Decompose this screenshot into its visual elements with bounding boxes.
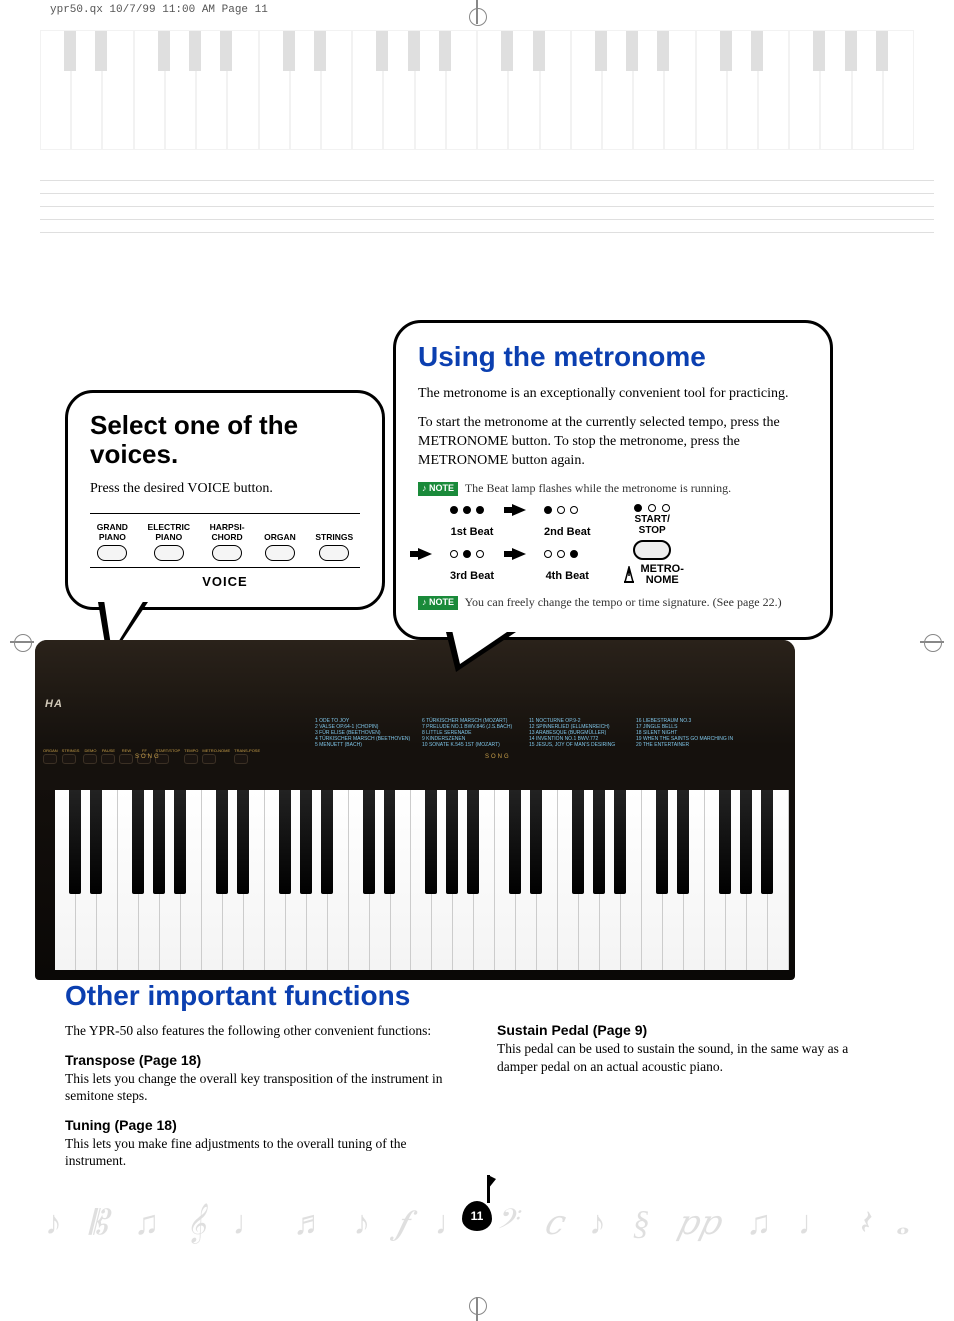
voice-button: HARPSI-CHORD bbox=[210, 522, 245, 561]
tuning-para: This lets you make fine adjustments to t… bbox=[65, 1135, 457, 1170]
voice-callout-bubble: Select one of the voices. Press the desi… bbox=[65, 390, 385, 610]
beat-3-lamps bbox=[450, 550, 494, 558]
voice-bubble-instruction: Press the desired VOICE button. bbox=[90, 480, 360, 499]
transpose-heading: Transpose (Page 18) bbox=[65, 1052, 457, 1068]
start-stop-panel: START/ STOP METRO-NOME bbox=[621, 504, 684, 585]
registration-mark-icon bbox=[10, 630, 34, 654]
tuning-heading: Tuning (Page 18) bbox=[65, 1117, 457, 1133]
metronome-note-2: ♪ NOTE You can freely change the tempo o… bbox=[418, 595, 808, 611]
note-tag-icon: ♪ NOTE bbox=[418, 482, 458, 496]
page-number: 11 bbox=[471, 1209, 484, 1223]
beat-4-lamps bbox=[544, 550, 590, 558]
metronome-note-1: ♪ NOTE The Beat lamp flashes while the m… bbox=[418, 481, 808, 497]
page-number-ornament: 11 bbox=[462, 1201, 492, 1231]
keyboard-song-section-label: SONG bbox=[485, 754, 511, 760]
voice-button: STRINGS bbox=[315, 522, 353, 561]
arrow-right-icon bbox=[512, 548, 526, 560]
beat-3-label: 3rd Beat bbox=[450, 570, 494, 582]
metronome-para-1: The metronome is an exceptionally conven… bbox=[418, 385, 808, 404]
start-stop-label: START/ STOP bbox=[621, 514, 684, 536]
note-2-text: You can freely change the tempo or time … bbox=[465, 595, 782, 609]
metronome-icon bbox=[621, 566, 637, 584]
keyboard-song-section-label: SONG bbox=[135, 754, 161, 760]
other-intro: The YPR-50 also features the following o… bbox=[65, 1022, 457, 1040]
beat-diagram: 1st Beat 2nd Beat 3rd Beat 4th Beat STAR… bbox=[418, 504, 808, 585]
keyboard-brand-text: HA bbox=[45, 698, 63, 710]
transpose-para: This lets you change the overall key tra… bbox=[65, 1070, 457, 1105]
voice-button: GRANDPIANO bbox=[97, 522, 128, 561]
metronome-label: METRO-NOME bbox=[641, 564, 684, 585]
beat-2-label: 2nd Beat bbox=[544, 526, 590, 538]
sustain-heading: Sustain Pedal (Page 9) bbox=[497, 1022, 889, 1038]
metronome-button-graphic bbox=[633, 540, 671, 560]
note-1-text: The Beat lamp flashes while the metronom… bbox=[465, 481, 731, 495]
voice-button-row: GRANDPIANO ELECTRICPIANO HARPSI-CHORD ORGAN… bbox=[90, 513, 360, 568]
beat-1-lamps bbox=[450, 506, 494, 514]
print-header: ypr50.qx 10/7/99 11:00 AM Page 11 bbox=[50, 4, 268, 16]
arrow-right-icon bbox=[418, 548, 432, 560]
beat-2-lamps bbox=[544, 506, 590, 514]
other-functions-section: Other important functions The YPR-50 als… bbox=[65, 980, 889, 1170]
metronome-callout-bubble: Using the metronome The metronome is an … bbox=[393, 320, 833, 640]
arrow-right-icon bbox=[512, 504, 526, 516]
voice-section-label: VOICE bbox=[90, 574, 360, 589]
background-keyboard-graphic bbox=[40, 30, 914, 150]
keyboard-song-list: 1 ODE TO JOY2 VALSE OP.64-1 (CHOPIN)3 FÜ… bbox=[315, 718, 735, 748]
keyboard-product-image: HA ORGANSTRINGSDEMOPAUSEREWFFSTART/STOPT… bbox=[35, 640, 795, 980]
other-functions-title: Other important functions bbox=[65, 980, 889, 1012]
background-staff-graphic bbox=[40, 180, 934, 260]
registration-mark-icon bbox=[920, 630, 944, 654]
sustain-para: This pedal can be used to sustain the so… bbox=[497, 1040, 889, 1075]
voice-button: ORGAN bbox=[264, 522, 296, 561]
note-tag-icon: ♪ NOTE bbox=[418, 596, 458, 610]
keyboard-keys-graphic bbox=[55, 790, 789, 970]
voice-button: ELECTRICPIANO bbox=[148, 522, 191, 561]
bubble-tail-icon bbox=[446, 632, 516, 672]
beat-4-label: 4th Beat bbox=[544, 570, 590, 582]
metronome-para-2: To start the metronome at the currently … bbox=[418, 414, 808, 471]
voice-bubble-title: Select one of the voices. bbox=[90, 411, 360, 468]
registration-mark-icon bbox=[465, 0, 489, 24]
metronome-title: Using the metronome bbox=[418, 341, 808, 373]
registration-mark-icon bbox=[465, 1297, 489, 1321]
beat-1-label: 1st Beat bbox=[450, 526, 494, 538]
